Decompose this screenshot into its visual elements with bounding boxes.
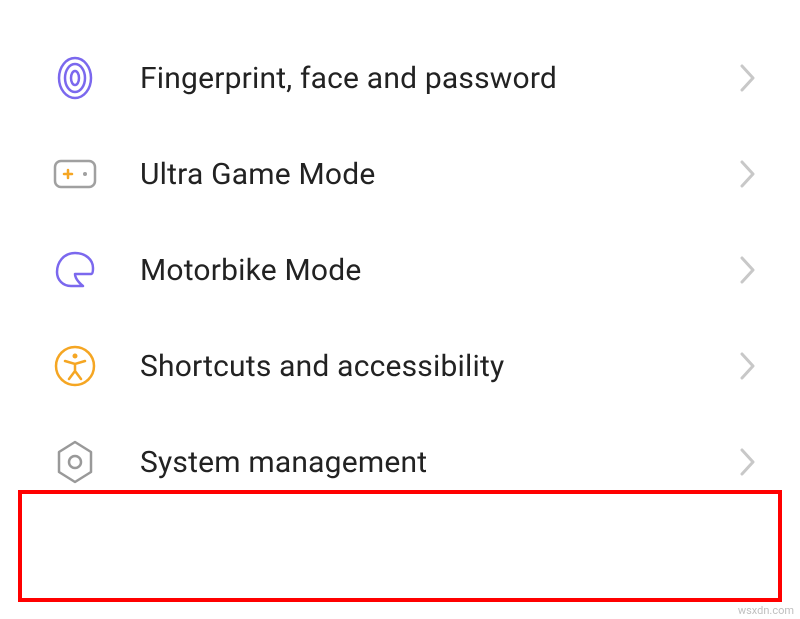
list-item-ultra-game-mode[interactable]: Ultra Game Mode: [0, 126, 800, 222]
list-item-system-management[interactable]: System management: [0, 414, 800, 510]
list-item-fingerprint[interactable]: Fingerprint, face and password: [0, 30, 800, 126]
fingerprint-icon: [50, 53, 100, 103]
hex-gear-icon: [50, 437, 100, 487]
item-label: Fingerprint, face and password: [100, 61, 736, 96]
chevron-right-icon: [736, 162, 760, 186]
gamepad-icon: [50, 149, 100, 199]
chevron-right-icon: [736, 258, 760, 282]
watermark: wsxdn.com: [738, 604, 794, 617]
chevron-right-icon: [736, 66, 760, 90]
accessibility-icon: [50, 341, 100, 391]
chevron-right-icon: [736, 450, 760, 474]
chevron-right-icon: [736, 354, 760, 378]
list-item-shortcuts-accessibility[interactable]: Shortcuts and accessibility: [0, 318, 800, 414]
item-label: Shortcuts and accessibility: [100, 349, 736, 384]
item-label: Motorbike Mode: [100, 253, 736, 288]
item-label: System management: [100, 445, 736, 480]
helmet-icon: [50, 245, 100, 295]
settings-list: Fingerprint, face and password Ultra Gam…: [0, 0, 800, 510]
list-item-motorbike-mode[interactable]: Motorbike Mode: [0, 222, 800, 318]
item-label: Ultra Game Mode: [100, 157, 736, 192]
